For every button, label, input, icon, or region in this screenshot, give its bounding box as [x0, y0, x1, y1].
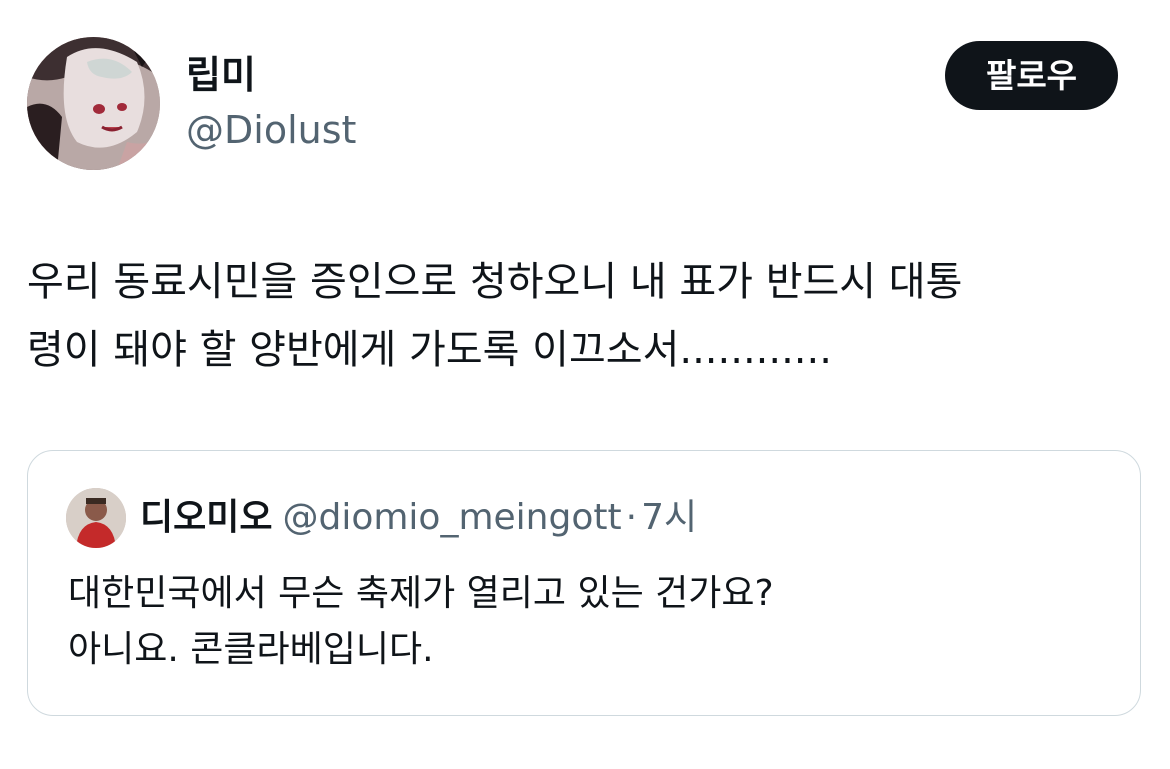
quoted-avatar-image-icon	[66, 488, 126, 548]
quoted-timestamp[interactable]: 7시	[641, 497, 697, 538]
quoted-display-name[interactable]: 디오미오	[140, 497, 272, 538]
author-avatar[interactable]	[27, 37, 160, 170]
tweet-text-line: 령이 돼야 할 양반에게 가도록 이끄소서............	[27, 327, 832, 373]
author-display-name[interactable]: 립미	[186, 50, 256, 100]
quoted-text-line: 아니요. 콘클라베입니다.	[68, 629, 434, 670]
separator-dot: ·	[625, 497, 638, 538]
avatar-image-icon	[27, 37, 160, 170]
quoted-text-line: 대한민국에서 무슨 축제가 열리고 있는 건가요?	[68, 573, 774, 614]
tweet-text-line: 우리 동료시민을 증인으로 청하오니 내 표가 반드시 대통	[27, 259, 963, 305]
quoted-tweet-text: 대한민국에서 무슨 축제가 열리고 있는 건가요? 아니요. 콘클라베입니다.	[68, 566, 774, 678]
quoted-tweet[interactable]: 디오미오 @diomio_meingott · 7시 대한민국에서 무슨 축제가 열리…	[27, 450, 1141, 716]
tweet-text: 우리 동료시민을 증인으로 청하오니 내 표가 반드시 대통 령이 돼야 할 양…	[27, 248, 1137, 384]
quoted-author-avatar[interactable]	[66, 488, 126, 548]
follow-button[interactable]: 팔로우	[945, 41, 1118, 110]
quoted-tweet-header: 디오미오 @diomio_meingott · 7시	[140, 493, 697, 543]
tweet-card: 립미 @Diolust 팔로우 우리 동료시민을 증인으로 청하오니 내 표가 …	[0, 0, 1170, 769]
author-handle[interactable]: @Diolust	[186, 105, 356, 155]
quoted-handle[interactable]: @diomio_meingott	[282, 497, 621, 538]
